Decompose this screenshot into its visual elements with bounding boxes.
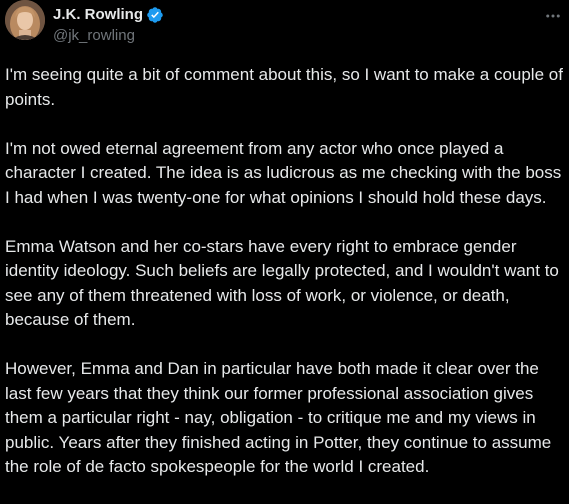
verified-badge-icon (147, 7, 163, 23)
handle[interactable]: @jk_rowling (53, 26, 164, 46)
more-options-icon[interactable] (543, 6, 563, 26)
more-dots-icon (546, 14, 560, 18)
avatar-photo (5, 0, 45, 40)
tweet-text: I'm seeing quite a bit of comment about … (5, 63, 563, 504)
author-header: J.K. Rowling @jk_rowling (53, 5, 164, 46)
name-row: J.K. Rowling (53, 5, 164, 25)
tweet-card: J.K. Rowling @jk_rowling I'm seeing quit… (0, 0, 569, 493)
display-name[interactable]: J.K. Rowling (53, 5, 143, 25)
avatar[interactable] (5, 0, 45, 40)
tweet-paragraph: I'm not owed eternal agreement from any … (5, 138, 562, 207)
tweet-paragraph: Emma Watson and her co-stars have every … (5, 236, 559, 330)
tweet-paragraph: I'm seeing quite a bit of comment about … (5, 65, 563, 109)
tweet-paragraph: However, Emma and Dan in particular have… (5, 359, 552, 476)
